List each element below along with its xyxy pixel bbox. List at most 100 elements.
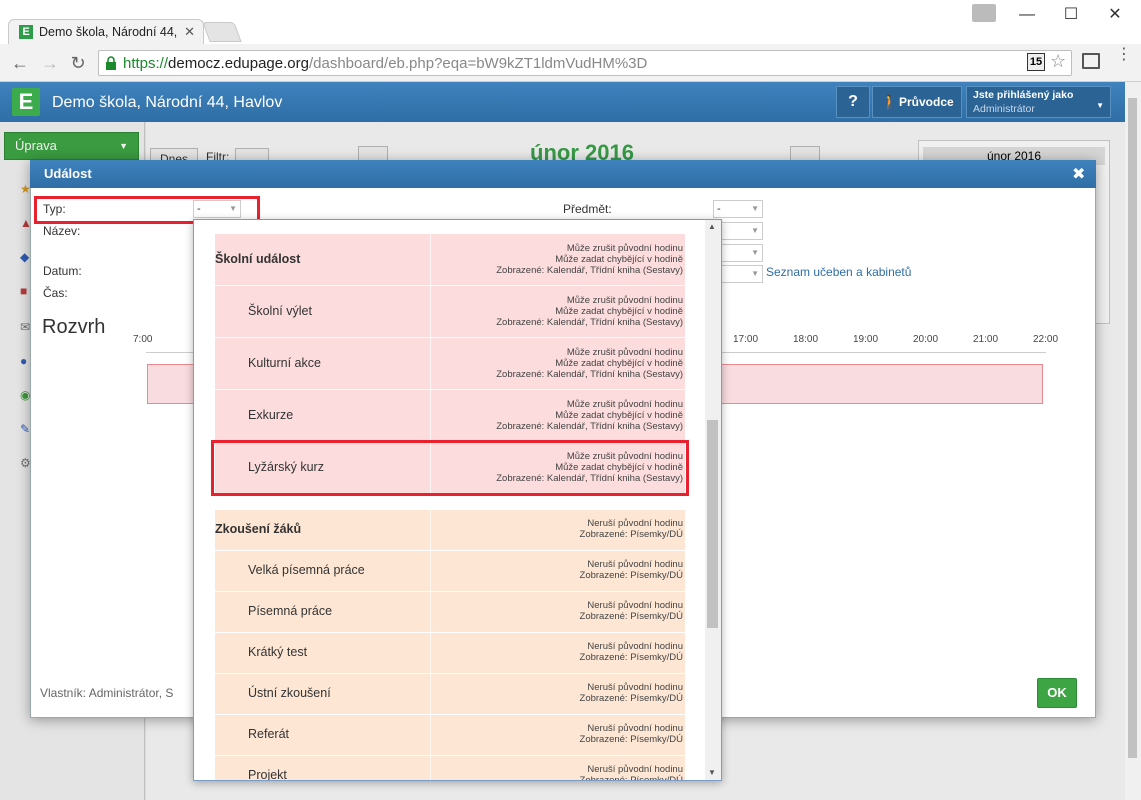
column-divider <box>430 633 431 673</box>
address-toolbar: ← → ↻ https://democz.edupage.org/dashboa… <box>0 44 1141 82</box>
column-divider <box>430 674 431 714</box>
option-description-line: Zobrazené: Kalendář, Třídní kniha (Sesta… <box>496 317 683 328</box>
column-divider <box>430 390 431 441</box>
guide-button[interactable]: 🚶 Průvodce <box>872 86 962 118</box>
new-tab-button[interactable] <box>202 22 242 42</box>
option-name: Exkurze <box>248 408 294 422</box>
hour-label: 22:00 <box>1033 334 1059 345</box>
option-description-line: Může zadat chybějící v hodině <box>555 254 683 265</box>
favicon-icon: E <box>19 25 33 39</box>
back-icon[interactable]: ← <box>8 52 32 74</box>
bookmark-star-icon[interactable]: ☆ <box>1050 51 1066 72</box>
option-description: Neruší původní hodinu Zobrazené: Písemky/… <box>580 723 683 745</box>
option-description-line: Může zrušit původní hodinu <box>566 399 683 410</box>
chevron-down-icon: ▼ <box>1096 101 1104 110</box>
user-caption: Jste přihlášený jako <box>973 89 1074 101</box>
option-description-line: Neruší původní hodinu <box>587 764 683 775</box>
option-description: Může zrušit původní hodinu Může zadat chy… <box>496 347 683 380</box>
maximize-icon[interactable]: ☐ <box>1049 0 1093 30</box>
type-category-option[interactable]: Školní událost Může zrušit původní hodinu… <box>215 234 685 286</box>
dialog-title: Událost <box>44 166 92 181</box>
type-option[interactable]: Školní výlet Může zrušit původní hodinu Mů… <box>215 286 685 338</box>
type-option[interactable]: Exkurze Může zrušit původní hodinu Může za… <box>215 390 685 442</box>
option-description-line: Může zadat chybějící v hodině <box>555 410 683 421</box>
type-option[interactable]: Velká písemná práce Neruší původní hodinu… <box>215 551 685 592</box>
guide-label: Průvodce <box>899 95 954 109</box>
extension-badge-icon[interactable]: 15 <box>1027 53 1045 71</box>
option-description-line: Zobrazené: Písemky/DÚ <box>579 775 683 781</box>
option-name: Velká písemná práce <box>248 563 365 577</box>
walking-person-icon: 🚶 <box>881 94 899 110</box>
minimize-icon[interactable]: — <box>1005 0 1049 30</box>
option-description-line: Neruší původní hodinu <box>587 559 683 570</box>
hour-label: 21:00 <box>973 334 999 345</box>
option-description-line: Neruší původní hodinu <box>587 600 683 611</box>
chevron-down-icon: ▼ <box>751 204 759 213</box>
page-scrollbar-thumb[interactable] <box>1128 98 1137 758</box>
type-option[interactable]: Ústní zkoušení Neruší původní hodinu Zobra… <box>215 674 685 715</box>
type-option[interactable]: Kulturní akce Může zrušit původní hodinu M… <box>215 338 685 390</box>
school-name: Demo škola, Národní 44, Havlov <box>52 94 283 111</box>
column-divider <box>430 338 431 389</box>
option-name: Písemná práce <box>248 604 333 618</box>
scroll-down-icon[interactable]: ▼ <box>708 768 716 777</box>
edupage-logo[interactable]: E <box>12 88 40 116</box>
dialog-header <box>30 160 1096 188</box>
user-menu[interactable]: Jste přihlášený jako Administrátor ▼ <box>966 86 1111 118</box>
option-description-line: Může zrušit původní hodinu <box>566 243 683 254</box>
type-option[interactable]: Referát Neruší původní hodinu Zobrazené: P… <box>215 715 685 756</box>
window-user-icon[interactable] <box>972 4 996 22</box>
type-dropdown[interactable]: Školní událost Může zrušit původní hodinu… <box>193 219 722 781</box>
hour-label: 17:00 <box>733 334 759 345</box>
ok-button[interactable]: OK <box>1037 678 1077 708</box>
option-name: Ústní zkoušení <box>248 686 331 700</box>
option-name: Školní výlet <box>248 304 312 318</box>
type-option[interactable]: Krátký test Neruší původní hodinu Zobrazen… <box>215 633 685 674</box>
type-category-option[interactable]: Zkoušení žáků Neruší původní hodinu Zobraz… <box>215 510 685 551</box>
option-description-line: Může zadat chybějící v hodině <box>555 358 683 369</box>
option-description-line: Může zrušit původní hodinu <box>566 295 683 306</box>
group-separator <box>215 494 685 510</box>
url-input[interactable]: https://democz.edupage.org/dashboard/eb.… <box>98 50 1072 76</box>
type-option[interactable]: Písemná práce Neruší původní hodinu Zobraz… <box>215 592 685 633</box>
subject-select[interactable]: - ▼ <box>713 200 763 218</box>
option-description: Neruší původní hodinu Zobrazené: Písemky/… <box>580 600 683 622</box>
column-divider <box>430 756 431 780</box>
forward-icon[interactable]: → <box>38 52 62 74</box>
browser-tab[interactable]: E Demo škola, Národní 44, H ✕ <box>8 19 204 45</box>
column-divider <box>430 715 431 755</box>
user-name: Administrátor <box>973 103 1035 115</box>
timetable-title: Rozvrh <box>42 316 106 338</box>
dropdown-scrollbar-thumb[interactable] <box>707 420 718 628</box>
type-option[interactable]: Projekt Neruší původní hodinu Zobrazené: P… <box>215 756 685 781</box>
option-description-line: Zobrazené: Písemky/DÚ <box>579 570 683 581</box>
owner-info: Vlastník: Administrátor, S <box>40 686 174 700</box>
rooms-list-link[interactable]: Seznam učeben a kabinetů <box>766 265 911 279</box>
hour-label: 19:00 <box>853 334 879 345</box>
option-name: Školní událost <box>215 252 301 266</box>
column-divider <box>430 234 431 285</box>
option-description-line: Neruší původní hodinu <box>587 518 683 529</box>
chevron-down-icon: ▼ <box>751 269 759 278</box>
option-description: Neruší původní hodinu Zobrazené: Písemky/… <box>579 764 683 781</box>
tab-close-icon[interactable]: ✕ <box>184 24 195 40</box>
window-close-icon[interactable]: ✕ <box>1093 0 1137 30</box>
option-description: Neruší původní hodinu Zobrazené: Písemky/… <box>580 641 683 663</box>
scroll-up-icon[interactable]: ▲ <box>708 222 716 231</box>
column-divider <box>430 551 431 591</box>
option-description-line: Neruší původní hodinu <box>587 723 683 734</box>
name-label: Název: <box>43 224 81 238</box>
option-description-line: Zobrazené: Písemky/DÚ <box>579 529 683 540</box>
option-description-line: Může zrušit původní hodinu <box>566 347 683 358</box>
chevron-down-icon: ▼ <box>751 226 759 235</box>
help-button[interactable]: ? <box>836 86 870 118</box>
option-description: Může zrušit původní hodinu Může zadat chy… <box>496 399 683 432</box>
option-description-line: Zobrazené: Písemky/DÚ <box>579 734 683 745</box>
close-icon[interactable]: ✖ <box>1072 164 1085 184</box>
browser-menu-icon[interactable]: ⋮ <box>1116 47 1132 63</box>
time-label: Čas: <box>43 286 68 300</box>
option-description: Neruší původní hodinu Zobrazené: Písemky/… <box>580 518 683 540</box>
reload-icon[interactable]: ↻ <box>66 52 90 74</box>
cast-icon[interactable] <box>1082 53 1100 69</box>
type-option-list: Školní událost Může zrušit původní hodinu… <box>215 234 685 781</box>
